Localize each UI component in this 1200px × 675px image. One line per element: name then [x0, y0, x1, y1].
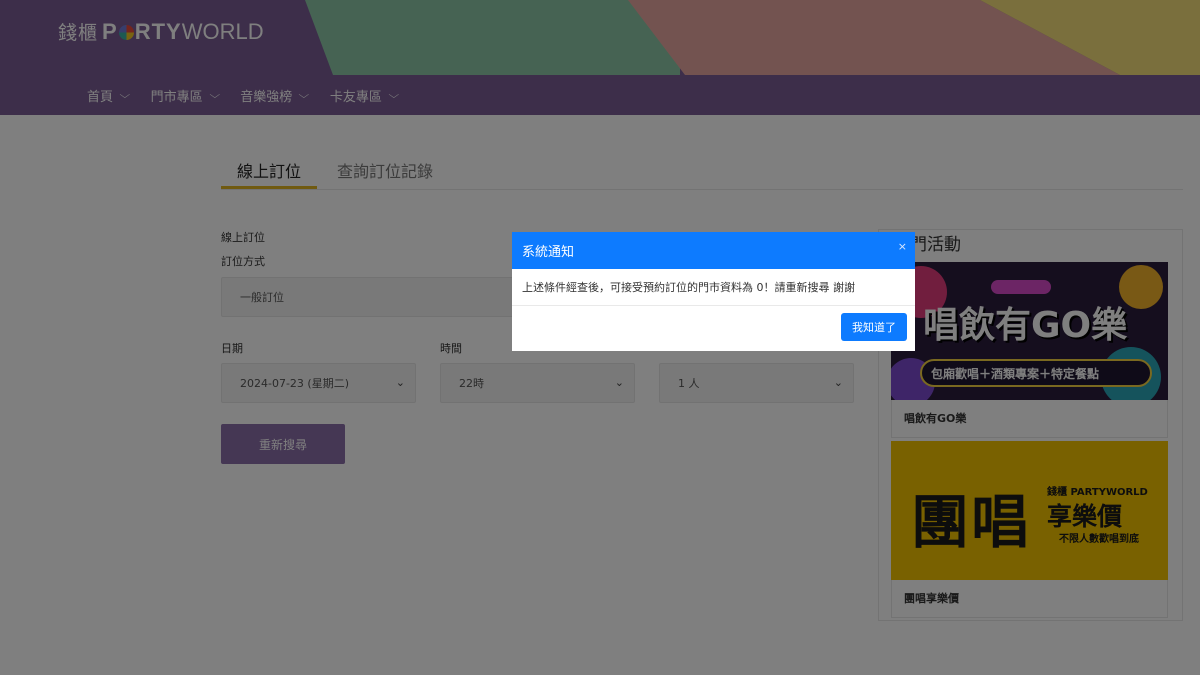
close-icon[interactable]: ×	[898, 240, 907, 253]
modal-title: 系統通知	[522, 245, 575, 260]
system-notice-modal: 系統通知 × 上述條件經查後，可接受預約訂位的門市資料為 0！請重新搜尋 謝謝 …	[512, 232, 915, 351]
modal-footer: 我知道了	[512, 306, 915, 351]
acknowledge-button[interactable]: 我知道了	[841, 313, 907, 341]
modal-header: 系統通知 ×	[512, 232, 915, 269]
modal-message: 上述條件經查後，可接受預約訂位的門市資料為 0！請重新搜尋 謝謝	[512, 269, 915, 306]
